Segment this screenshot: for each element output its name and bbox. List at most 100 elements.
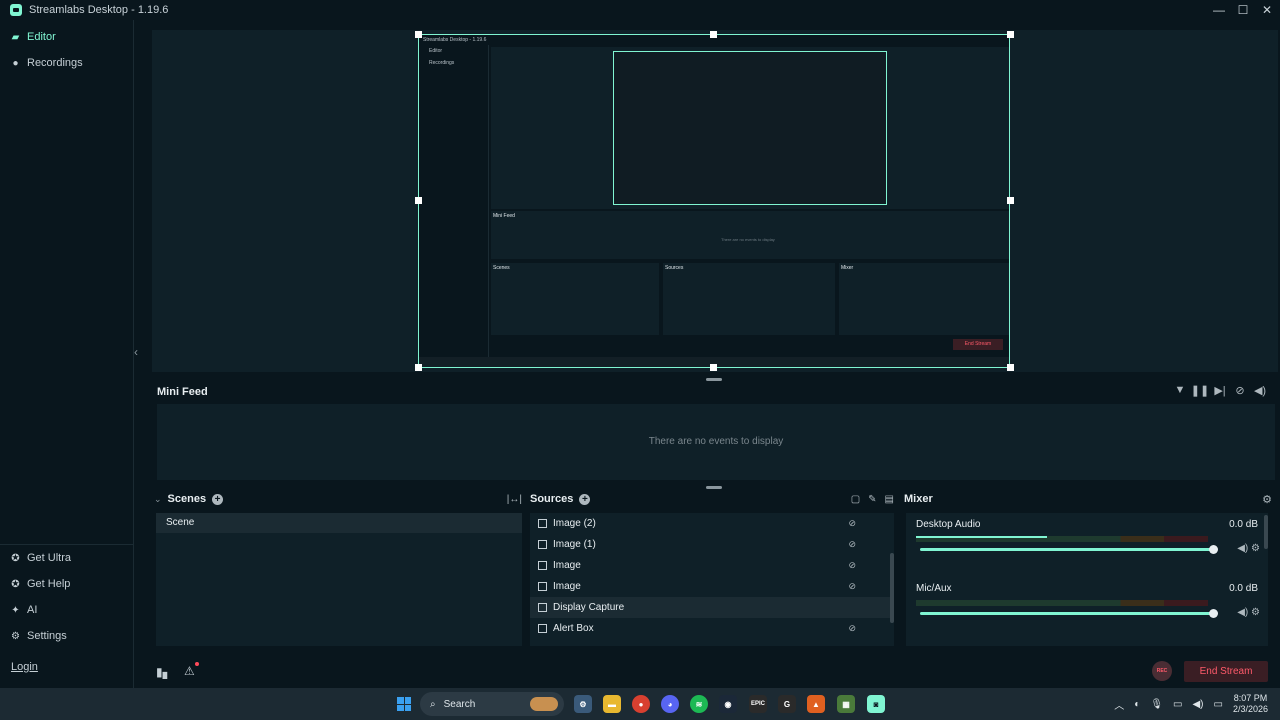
chrome-icon[interactable]: ● xyxy=(632,695,650,713)
alert-warning-icon[interactable]: ⚠ xyxy=(184,662,199,678)
add-source-button[interactable]: + xyxy=(579,493,591,505)
taskbar-clock[interactable]: 8:07 PM 2/3/2026 xyxy=(1233,693,1268,715)
scene-item[interactable]: Scene xyxy=(156,513,522,533)
close-button[interactable]: ✕ xyxy=(1256,0,1278,20)
volume-slider-knob[interactable] xyxy=(1209,545,1218,554)
source-item-label: Image xyxy=(553,581,581,592)
minimize-button[interactable]: — xyxy=(1208,0,1230,20)
end-stream-button[interactable]: End Stream xyxy=(1184,661,1268,682)
performance-stats-icon[interactable]: ▮▖ xyxy=(156,665,172,679)
filter-icon[interactable]: ▼ xyxy=(1170,384,1190,397)
sidebar-item-label: Recordings xyxy=(27,57,83,69)
sidebar-item-label: Settings xyxy=(27,630,67,642)
volume-slider[interactable] xyxy=(920,609,1218,618)
nested-editor-label: Editor xyxy=(429,48,443,54)
source-group-icon[interactable]: ▢ xyxy=(851,494,860,505)
resize-handle-tr[interactable] xyxy=(1007,31,1014,38)
resize-handle-l[interactable] xyxy=(415,197,422,204)
skip-icon[interactable]: ▶| xyxy=(1210,384,1230,397)
gear-icon: ⚙ xyxy=(11,630,20,642)
source-settings-icon[interactable]: ✎ xyxy=(868,494,876,505)
mute-alerts-icon[interactable]: ⊘ xyxy=(1230,384,1250,397)
source-item[interactable]: Alert Box ⊘ xyxy=(530,618,894,639)
mixer-scrollbar[interactable] xyxy=(1264,515,1268,549)
tray-overflow-icon[interactable]: ︿ xyxy=(1114,697,1124,712)
sources-list: Image (2) ⊘ Image (1) ⊘ Image ⊘ Image ⊘ Display … xyxy=(530,513,894,646)
spotify-icon[interactable]: ≋ xyxy=(690,695,708,713)
nested-recordings-label: Recordings xyxy=(429,60,455,66)
source-item-label: Display Capture xyxy=(553,602,625,613)
battery-icon[interactable]: ▭ xyxy=(1214,699,1223,710)
nested-mixer-dock: Mixer xyxy=(839,263,1009,335)
mini-feed-empty-text: There are no events to display xyxy=(648,436,784,447)
add-folder-icon[interactable]: ▤ xyxy=(885,494,894,505)
sidebar-item-get-ultra[interactable]: ✪ Get Ultra xyxy=(0,545,133,571)
source-item[interactable]: Image ⊘ xyxy=(530,555,894,576)
visibility-toggle-icon[interactable]: ⊘ xyxy=(848,518,856,529)
taskbar-search[interactable]: ⌕ Search xyxy=(420,692,564,716)
sources-scrollbar[interactable] xyxy=(890,553,894,623)
resize-handle-tl[interactable] xyxy=(415,31,422,38)
source-item[interactable]: Image (1) ⊘ xyxy=(530,534,894,555)
steam-icon[interactable]: ◉ xyxy=(719,695,737,713)
chevron-down-icon[interactable]: ⌄ xyxy=(154,494,162,505)
maximize-button[interactable]: ☐ xyxy=(1232,0,1254,20)
stream-preview[interactable]: Streamlabs Desktop - 1.19.6 Editor Recor… xyxy=(152,30,1278,372)
streamlabs-taskbar-icon[interactable]: ◙ xyxy=(867,695,885,713)
network-icon[interactable]: ▭ xyxy=(1173,699,1182,710)
display-capture-preview[interactable]: Streamlabs Desktop - 1.19.6 Editor Recor… xyxy=(418,34,1010,368)
collapse-sidebar-icon[interactable]: ‹ xyxy=(134,345,138,359)
volume-slider[interactable] xyxy=(920,545,1218,554)
speaker-mute-icon[interactable]: ◀) xyxy=(1237,607,1248,618)
sidebar-item-settings[interactable]: ⚙ Settings xyxy=(0,623,133,649)
resize-handle-bl[interactable] xyxy=(415,364,422,371)
nested-scenes-title: Scenes xyxy=(493,265,510,271)
discord-icon[interactable]: ◕ xyxy=(661,695,679,713)
window-title: Streamlabs Desktop - 1.19.6 xyxy=(29,4,169,16)
sources-dock: Sources + ▢ ✎ ▤ Image (2) ⊘ Image (1) ⊘ Imag… xyxy=(530,490,894,646)
tray-app-icon[interactable]: ◐ xyxy=(1134,699,1140,710)
visibility-toggle-icon[interactable]: ⊘ xyxy=(848,623,856,634)
epic-games-icon[interactable]: EPIC xyxy=(749,695,767,713)
resize-handle-r[interactable] xyxy=(1007,197,1014,204)
speaker-mute-icon[interactable]: ◀) xyxy=(1237,543,1248,554)
fl-studio-icon[interactable]: ▲ xyxy=(807,695,825,713)
visibility-toggle-icon[interactable]: ⊘ xyxy=(848,560,856,571)
minecraft-icon[interactable]: ▦ xyxy=(837,695,855,713)
windows-start-icon[interactable] xyxy=(397,697,411,711)
scene-collection-icon[interactable]: |↔| xyxy=(507,494,522,505)
pause-icon[interactable]: ❚❚ xyxy=(1190,384,1210,397)
speaker-icon[interactable]: ◀) xyxy=(1192,699,1203,710)
login-link[interactable]: Login xyxy=(11,661,38,673)
volume-icon[interactable]: ◀) xyxy=(1250,384,1270,397)
sidebar-item-editor[interactable]: ▰ Editor xyxy=(0,24,133,50)
visibility-toggle-icon[interactable]: ⊘ xyxy=(848,581,856,592)
resize-handle-t[interactable] xyxy=(710,31,717,38)
channel-name: Mic/Aux xyxy=(916,583,952,594)
settings-app-icon[interactable]: ⚙ xyxy=(574,695,592,713)
add-scene-button[interactable]: + xyxy=(212,493,224,505)
volume-slider-knob[interactable] xyxy=(1209,609,1218,618)
bottom-bar: ▮▖ ⚠ REC End Stream xyxy=(134,655,1280,688)
source-item[interactable]: Display Capture xyxy=(530,597,894,618)
resize-handle-b[interactable] xyxy=(710,364,717,371)
source-item[interactable]: Image ⊘ xyxy=(530,576,894,597)
audio-meter-fill xyxy=(916,536,1048,538)
sidebar-item-label: AI xyxy=(27,604,38,616)
g-hub-icon[interactable]: G xyxy=(778,695,796,713)
channel-settings-gear-icon[interactable]: ⚙ xyxy=(1251,543,1260,554)
file-explorer-icon[interactable]: ▬ xyxy=(603,695,621,713)
panel-resize-handle[interactable] xyxy=(706,486,722,489)
panel-resize-handle[interactable] xyxy=(706,378,722,381)
channel-settings-gear-icon[interactable]: ⚙ xyxy=(1251,607,1260,618)
sidebar-item-get-help[interactable]: ✪ Get Help xyxy=(0,571,133,597)
source-item[interactable]: Image (2) ⊘ xyxy=(530,513,894,534)
sidebar-item-ai[interactable]: ✦ AI xyxy=(0,597,133,623)
sidebar-item-recordings[interactable]: ● Recordings xyxy=(0,50,133,76)
mixer-settings-gear-icon[interactable]: ⚙ xyxy=(1262,493,1272,506)
visibility-toggle-icon[interactable]: ⊘ xyxy=(848,539,856,550)
record-button[interactable]: REC xyxy=(1152,661,1172,681)
nested-sources-title: Sources xyxy=(665,265,684,271)
resize-handle-br[interactable] xyxy=(1007,364,1014,371)
microphone-icon[interactable]: 🎙 xyxy=(1150,699,1163,710)
